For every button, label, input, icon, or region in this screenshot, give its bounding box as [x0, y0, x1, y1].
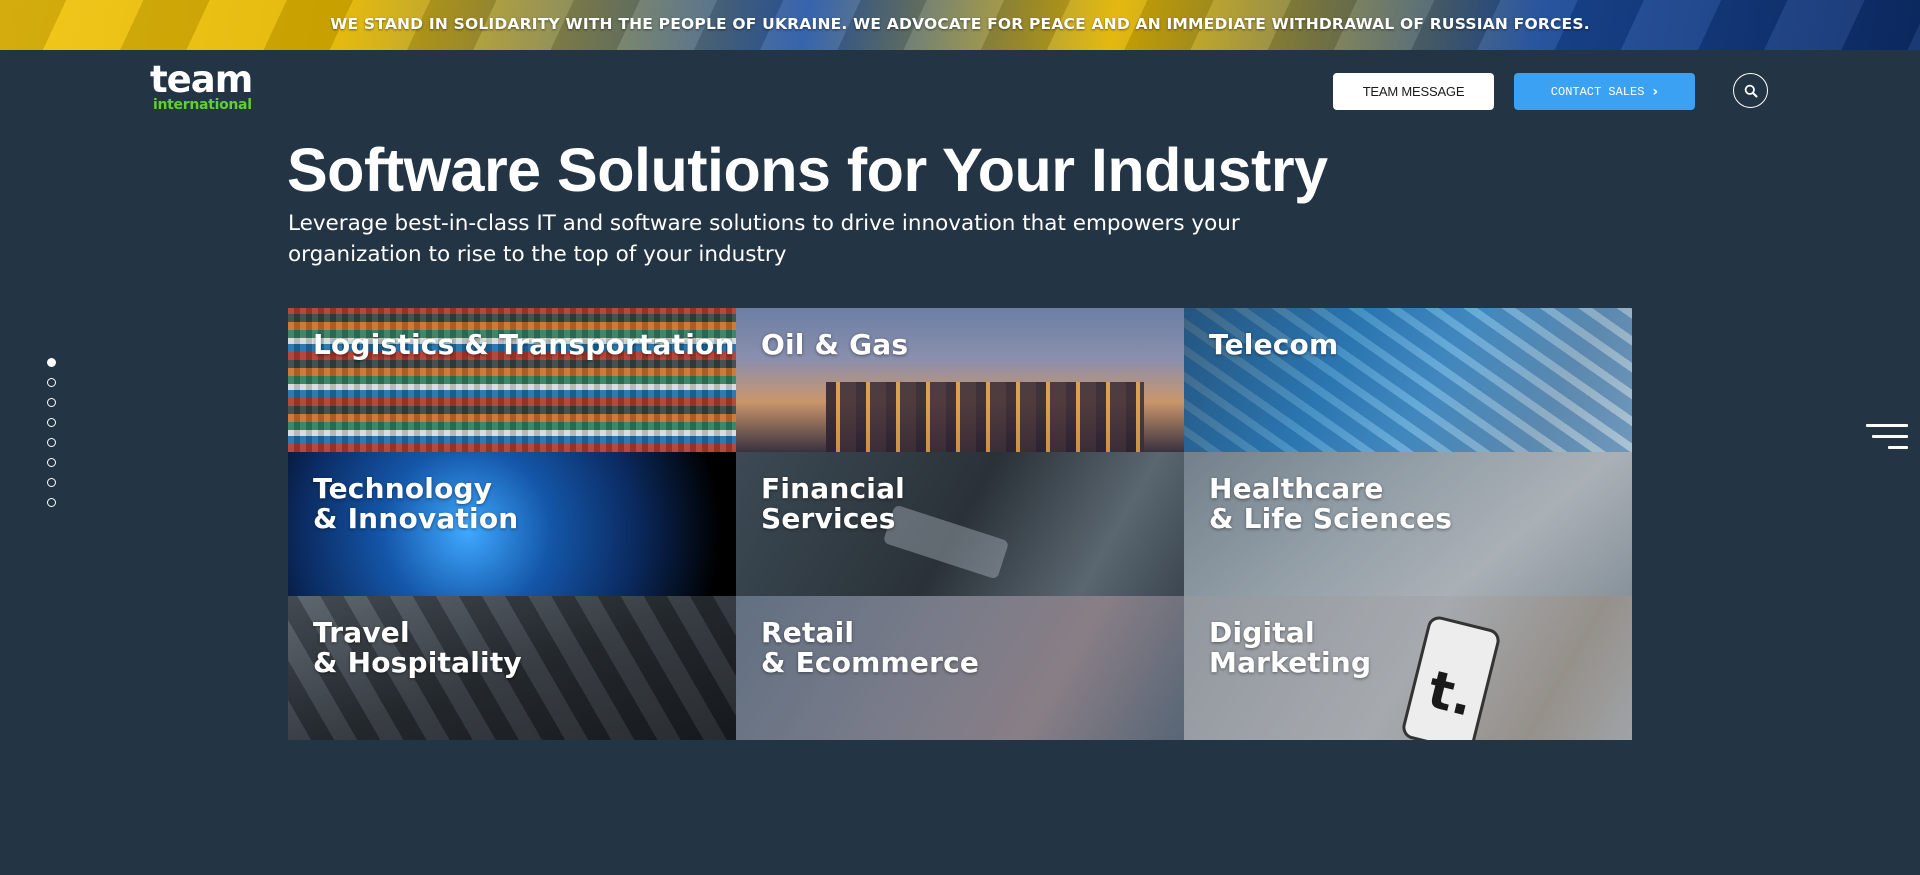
hamburger-menu-icon[interactable]: [1866, 424, 1908, 452]
section-nav-dot[interactable]: [47, 398, 56, 407]
contact-sales-button[interactable]: CONTACT SALES ›: [1514, 73, 1695, 110]
ukraine-banner: WE STAND IN SOLIDARITY WITH THE PEOPLE O…: [0, 0, 1920, 50]
industry-tile-label: Technology & Innovation: [313, 472, 519, 535]
section-nav-dots: [47, 358, 57, 518]
industry-tile-label: Financial Services: [761, 472, 905, 535]
industry-tile-label: Digital Marketing: [1209, 616, 1372, 679]
industry-tile-logistics[interactable]: Logistics & Transportation: [288, 308, 736, 452]
section-nav-dot[interactable]: [47, 498, 56, 507]
industry-grid: Logistics & Transportation Oil & Gas Tel…: [288, 308, 1632, 740]
section-nav-dot[interactable]: [47, 378, 56, 387]
industry-tile-label: Retail & Ecommerce: [761, 616, 980, 679]
industry-tile-label: Telecom: [1209, 328, 1339, 361]
chevron-right-icon: ›: [1652, 83, 1659, 100]
industry-tile-label: Oil & Gas: [761, 328, 909, 361]
industry-tile-label: Logistics & Transportation: [313, 328, 735, 361]
section-nav-dot[interactable]: [47, 458, 56, 467]
section-nav-dot[interactable]: [47, 418, 56, 427]
industry-tile-label: Healthcare & Life Sciences: [1209, 472, 1453, 535]
industry-tile-travel[interactable]: Travel & Hospitality: [288, 596, 736, 740]
phone-image: t.: [1399, 613, 1503, 740]
section-nav-dot[interactable]: [47, 438, 56, 447]
logo-sub-text: international: [153, 97, 252, 113]
industry-tile-healthcare[interactable]: Healthcare & Life Sciences: [1184, 452, 1632, 596]
section-nav-dot[interactable]: [47, 358, 56, 367]
contact-sales-label: CONTACT SALES: [1550, 84, 1645, 99]
phone-logo-text: t.: [1421, 659, 1480, 729]
industry-tile-digital-marketing[interactable]: Digital Marketing t.: [1184, 596, 1632, 740]
search-button[interactable]: [1733, 73, 1768, 108]
industry-tile-retail[interactable]: Retail & Ecommerce: [736, 596, 1184, 740]
industry-tile-oil-gas[interactable]: Oil & Gas: [736, 308, 1184, 452]
industry-tile-telecom[interactable]: Telecom: [1184, 308, 1632, 452]
page-subtitle: Leverage best-in-class IT and software s…: [288, 211, 1240, 267]
banner-text: WE STAND IN SOLIDARITY WITH THE PEOPLE O…: [330, 15, 1590, 33]
logo-main-text: team: [150, 58, 253, 101]
team-international-logo[interactable]: team international: [150, 60, 270, 118]
industry-tile-label: Travel & Hospitality: [313, 616, 522, 679]
search-icon: [1744, 84, 1757, 97]
section-nav-dot[interactable]: [47, 478, 56, 487]
team-message-button[interactable]: TEAM MESSAGE: [1333, 73, 1494, 110]
page-title: Software Solutions for Your Industry: [287, 136, 1328, 204]
industry-tile-financial[interactable]: Financial Services: [736, 452, 1184, 596]
industry-tile-technology[interactable]: Technology & Innovation: [288, 452, 736, 596]
